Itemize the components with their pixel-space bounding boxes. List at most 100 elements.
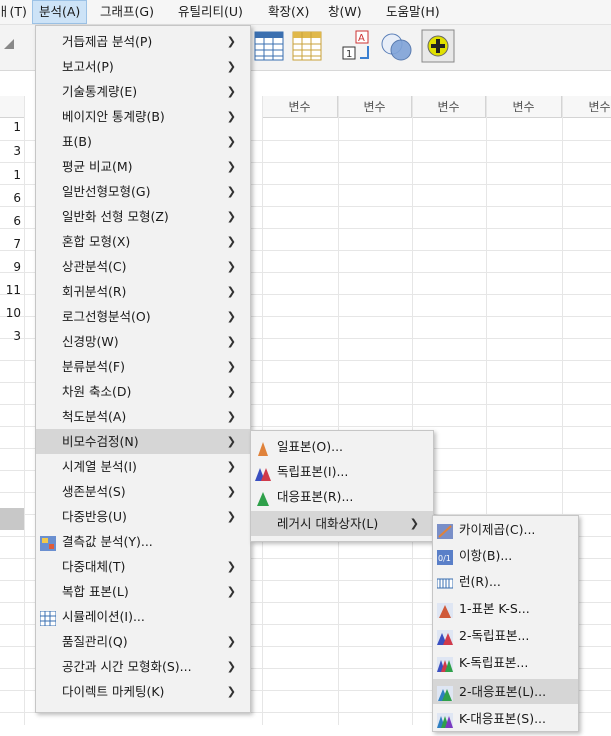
menu-item-multiple-imputation[interactable]: 다중대체(T) ❯ (36, 554, 250, 579)
menu-item-two-independent-samples[interactable]: 2-독립표본... (433, 623, 578, 648)
k-related-samples-icon (437, 711, 453, 728)
menu-utilities-partial[interactable]: ㅐ(T) (0, 0, 33, 24)
menu-item-label: 결측값 분석(Y)... (62, 534, 153, 549)
menu-item-label: 공간과 시간 모형화(S)... (62, 659, 192, 674)
menu-item-mixed-models[interactable]: 혼합 모형(X) ❯ (36, 229, 250, 254)
menu-item-label: 일반선형모형(G) (62, 184, 151, 199)
menu-item-loglinear[interactable]: 로그선형분석(O) ❯ (36, 304, 250, 329)
menu-item-label: 신경망(W) (62, 334, 119, 349)
menu-item-label: 차원 축소(D) (62, 384, 132, 399)
column-header[interactable]: 변수 (562, 96, 611, 118)
menu-item-related-samples[interactable]: 대응표본(R)... (251, 484, 433, 509)
menu-item-binomial[interactable]: 0/1 이항(B)... (433, 543, 578, 568)
use-sets-icon[interactable] (380, 32, 414, 65)
menu-item-label: 평균 비교(M) (62, 159, 133, 174)
menu-item-independent-samples[interactable]: 독립표본(I)... (251, 459, 433, 484)
menu-item-descriptive-statistics[interactable]: 기술통계량(E) ❯ (36, 79, 250, 104)
chevron-right-icon: ❯ (226, 335, 236, 348)
menu-item-compare-means[interactable]: 평균 비교(M) ❯ (36, 154, 250, 179)
menu-item-general-linear-model[interactable]: 일반선형모형(G) ❯ (36, 179, 250, 204)
menu-item-tables[interactable]: 표(B) ❯ (36, 129, 250, 154)
missing-values-icon (40, 534, 56, 551)
menu-graphs[interactable]: 그래프(G) (94, 0, 160, 24)
menu-item-correlate[interactable]: 상관분석(C) ❯ (36, 254, 250, 279)
chevron-right-icon: ❯ (226, 410, 236, 423)
cell-value[interactable]: 6 (0, 214, 23, 228)
column-header[interactable]: 변수 (262, 96, 338, 118)
data-grid-icon[interactable] (254, 31, 284, 64)
menu-item-direct-marketing[interactable]: 다이렉트 마케팅(K) ❯ (36, 679, 250, 704)
menu-item-label: 시뮬레이션(I)... (62, 609, 145, 624)
menu-item-label: 복합 표본(L) (62, 584, 129, 599)
cell-value[interactable]: 10 (0, 306, 23, 320)
menu-item-one-sample-ks[interactable]: 1-표본 K-S... (433, 596, 578, 621)
column-header[interactable]: 변수 (486, 96, 562, 118)
menu-item-label: K-대응표본(S)... (459, 711, 547, 726)
legacy-dialogs-submenu: 카이제곱(C)... 0/1 이항(B)... 런(R)... 1-표본 K-S… (432, 515, 579, 732)
menu-item-multiple-response[interactable]: 다중반응(U) ❯ (36, 504, 250, 529)
menu-item-bayesian-statistics[interactable]: 베이지안 통계량(B) ❯ (36, 104, 250, 129)
menu-item-label: 표(B) (62, 134, 92, 149)
variable-grid-icon[interactable] (292, 31, 322, 64)
menu-item-label: 다중대체(T) (62, 559, 126, 574)
menu-item-dimension-reduction[interactable]: 차원 축소(D) ❯ (36, 379, 250, 404)
svg-text:1: 1 (346, 49, 352, 60)
cell-value[interactable]: 9 (0, 260, 23, 274)
menu-item-chi-square[interactable]: 카이제곱(C)... (433, 517, 578, 542)
menu-item-regression[interactable]: 회귀분석(R) ❯ (36, 279, 250, 304)
menu-item-reports[interactable]: 보고서(P) ❯ (36, 54, 250, 79)
menu-item-time-series[interactable]: 시계열 분석(I) ❯ (36, 454, 250, 479)
menu-item-label: 일표본(O)... (277, 439, 344, 454)
menu-item-two-related-samples[interactable]: 2-대응표본(L)... (433, 679, 578, 704)
chevron-right-icon: ❯ (226, 660, 236, 673)
menu-item-survival[interactable]: 생존분석(S) ❯ (36, 479, 250, 504)
menu-item-classify[interactable]: 분류분석(F) ❯ (36, 354, 250, 379)
menu-item-k-related-samples[interactable]: K-대응표본(S)... (433, 706, 578, 731)
menu-item-label: 거듭제곱 분석(P) (62, 34, 153, 49)
cell-value[interactable]: 3 (0, 329, 23, 343)
cell-value[interactable]: 6 (0, 191, 23, 205)
menu-analyze[interactable]: 분석(A) (32, 0, 88, 24)
menu-item-label: 분류분석(F) (62, 359, 125, 374)
selected-row-marker[interactable] (0, 508, 24, 530)
menu-item-one-sample[interactable]: 일표본(O)... (251, 434, 433, 459)
add-icon[interactable] (421, 29, 455, 66)
cell-value[interactable]: 1 (0, 120, 23, 134)
menu-item-nonparametric-tests[interactable]: 비모수검정(N) ❯ (36, 429, 250, 454)
one-sample-ks-icon (437, 601, 453, 618)
arrow-icon[interactable] (2, 37, 16, 54)
menu-help[interactable]: 도움말(H) (380, 0, 446, 24)
menu-item-quality-control[interactable]: 품질관리(Q) ❯ (36, 629, 250, 654)
menu-item-k-independent-samples[interactable]: K-독립표본... (433, 650, 578, 675)
chevron-right-icon: ❯ (409, 517, 419, 530)
menu-item-complex-samples[interactable]: 복합 표본(L) ❯ (36, 579, 250, 604)
menu-extensions[interactable]: 확장(X) (262, 0, 315, 24)
menubar: ㅐ(T) 분석(A) 그래프(G) 유틸리티(U) 확장(X) 창(W) 도움말… (0, 0, 611, 25)
menu-item-label: 품질관리(Q) (62, 634, 128, 649)
menu-item-simulation[interactable]: 시뮬레이션(I)... (36, 604, 250, 629)
menu-item-scale[interactable]: 척도분석(A) ❯ (36, 404, 250, 429)
menu-item-label: 로그선형분석(O) (62, 309, 151, 324)
menu-item-spatial-temporal-modeling[interactable]: 공간과 시간 모형화(S)... ❯ (36, 654, 250, 679)
menu-item-runs[interactable]: 런(R)... (433, 569, 578, 594)
menu-item-power-analysis[interactable]: 거듭제곱 분석(P) ❯ (36, 29, 250, 54)
menu-item-label: 생존분석(S) (62, 484, 126, 499)
menu-item-neural-networks[interactable]: 신경망(W) ❯ (36, 329, 250, 354)
menu-window[interactable]: 창(W) (322, 0, 368, 24)
cell-value[interactable]: 1 (0, 168, 23, 182)
chevron-right-icon: ❯ (226, 35, 236, 48)
chi-square-icon (437, 522, 453, 539)
chevron-right-icon: ❯ (226, 435, 236, 448)
cell-value[interactable]: 11 (0, 283, 23, 297)
value-labels-icon[interactable]: A 1 (342, 30, 374, 65)
column-header[interactable]: 변수 (412, 96, 486, 118)
cell-value[interactable]: 7 (0, 237, 23, 251)
menu-item-missing-value-analysis[interactable]: 결측값 분석(Y)... (36, 529, 250, 554)
cell-value[interactable]: 3 (0, 144, 23, 158)
menu-item-legacy-dialogs[interactable]: 레거시 대화상자(L) ❯ (251, 511, 433, 536)
menu-item-generalized-linear-models[interactable]: 일반화 선형 모형(Z) ❯ (36, 204, 250, 229)
menu-utilities[interactable]: 유틸리티(U) (172, 0, 249, 24)
column-header[interactable]: 변수 (338, 96, 412, 118)
one-sample-icon (255, 439, 271, 456)
simulation-icon (39, 609, 57, 627)
